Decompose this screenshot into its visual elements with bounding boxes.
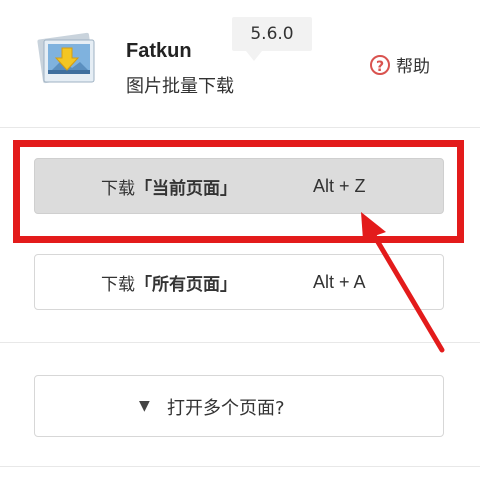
header-divider <box>0 127 480 128</box>
download-current-label: 下载「当前页面」 <box>101 178 237 199</box>
shortcut-alt-a: Alt + A <box>313 271 366 292</box>
bottom-divider <box>0 466 480 467</box>
help-label: 帮助 <box>396 57 430 77</box>
open-multiple-pages-toggle[interactable]: ▼ 打开多个页面? <box>34 375 444 437</box>
download-current-page-button[interactable]: 下载「当前页面」 Alt + Z <box>34 158 444 214</box>
version-badge: 5.6.0 <box>232 17 312 61</box>
fatkun-logo-icon <box>37 32 95 84</box>
mid-divider <box>0 342 480 343</box>
help-link[interactable]: ? 帮助 <box>370 52 430 77</box>
caret-down-icon: ▼ <box>139 398 150 414</box>
shortcut-alt-z: Alt + Z <box>313 175 366 196</box>
app-description: 图片批量下载 <box>126 76 234 97</box>
app-name: Fatkun <box>126 40 192 62</box>
download-all-label: 下载「所有页面」 <box>101 274 237 295</box>
download-all-pages-button[interactable]: 下载「所有页面」 Alt + A <box>34 254 444 310</box>
question-circle-icon: ? <box>370 54 390 75</box>
open-multiple-pages-label: 打开多个页面? <box>167 398 285 419</box>
